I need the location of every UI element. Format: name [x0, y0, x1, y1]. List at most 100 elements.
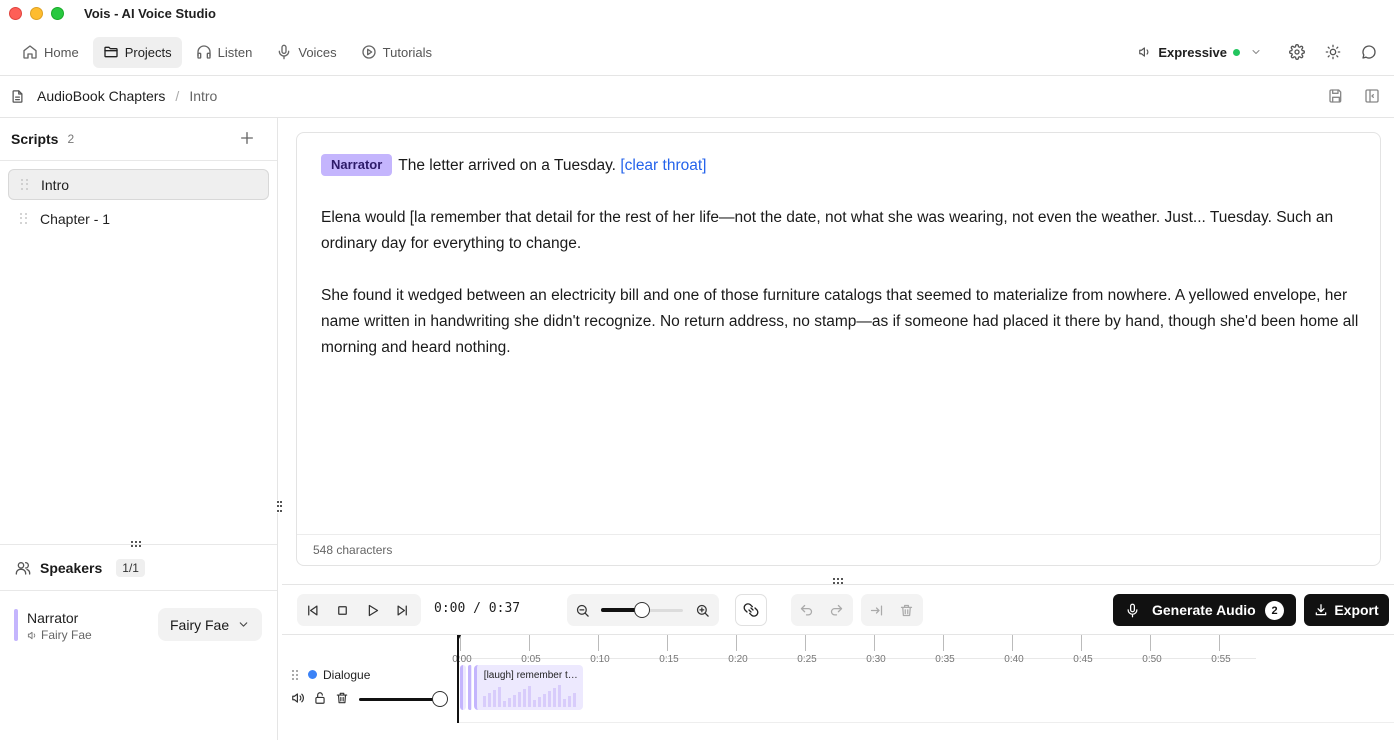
script-item-chapter-1[interactable]: Chapter - 1 — [8, 203, 269, 234]
play-icon — [368, 604, 378, 616]
playback-controls — [297, 594, 421, 626]
script-editor[interactable]: Narrator The letter arrived on a Tuesday.… — [296, 132, 1381, 566]
save-icon[interactable] — [1328, 88, 1344, 104]
audio-cue[interactable]: [clear throat] — [620, 157, 706, 174]
theme-toggle-button[interactable] — [1322, 41, 1344, 63]
add-script-icon[interactable] — [239, 130, 255, 146]
tab-listen-label: Listen — [217, 44, 253, 60]
export-button[interactable]: Export — [1304, 594, 1389, 626]
ruler-tick — [1081, 635, 1082, 651]
playhead[interactable] — [457, 635, 459, 723]
tab-listen[interactable]: Listen — [186, 37, 263, 68]
speaker-voice-label: Fairy Fae — [41, 628, 92, 642]
top-nav: Home Projects Listen Voices Tutorials Ex… — [0, 34, 1394, 70]
stop-button[interactable] — [327, 595, 357, 625]
ruler-tick — [529, 635, 530, 651]
magnet-icon — [743, 603, 759, 617]
window-controls — [9, 6, 64, 20]
zoom-slider[interactable] — [601, 600, 683, 620]
speakers-header: Speakers 1/1 — [0, 544, 277, 591]
edit-controls-clip — [861, 594, 923, 626]
track-volume-knob[interactable] — [432, 691, 448, 707]
track-drag-handle-icon[interactable] — [292, 670, 298, 680]
drag-handle-icon[interactable] — [20, 212, 28, 225]
zoom-controls — [567, 594, 719, 626]
stop-icon — [337, 605, 347, 615]
speaker-icon — [1139, 47, 1149, 57]
zoom-slider-knob[interactable] — [634, 602, 650, 618]
volume-icon[interactable] — [291, 691, 305, 705]
document-icon — [12, 89, 23, 103]
close-window-button[interactable] — [9, 6, 22, 20]
scripts-title: Scripts — [11, 131, 59, 147]
editor-paragraph-2: Elena would [la remember that detail for… — [321, 209, 1334, 252]
zoom-out-button[interactable] — [567, 595, 597, 625]
home-icon — [23, 45, 37, 59]
breadcrumb-current: Intro — [189, 88, 218, 104]
title-bar: Vois - AI Voice Studio — [0, 0, 1394, 26]
script-list: Intro Chapter - 1 — [0, 161, 277, 245]
sidebar-resize-handle[interactable] — [131, 541, 145, 547]
play-circle-icon — [362, 45, 376, 59]
audio-clip[interactable]: [laugh] remember that detail for the res… — [473, 665, 583, 710]
zoom-in-icon — [696, 604, 709, 617]
zoom-out-icon — [576, 604, 589, 617]
ruler-tick — [598, 635, 599, 651]
headphones-icon — [196, 45, 211, 59]
time-ruler[interactable]: 0:00 0:05 0:10 0:15 0:20 0:25 0:30 0:35 0:40 0:45… — [452, 635, 1256, 665]
redo-button[interactable] — [821, 595, 851, 625]
sun-icon — [1325, 44, 1341, 60]
snap-toggle-button[interactable] — [735, 594, 767, 626]
ruler-tick — [736, 635, 737, 651]
speaker-tag[interactable]: Narrator — [321, 154, 393, 176]
ruler-tick — [667, 635, 668, 651]
chat-bubble-icon — [1362, 45, 1376, 59]
track-lane[interactable]: T...[... [laugh] remember that detail for… — [458, 660, 1394, 723]
nav-actions: Expressive — [1138, 34, 1380, 70]
drag-handle-icon[interactable] — [21, 178, 29, 191]
chat-button[interactable] — [1358, 41, 1380, 63]
editor-content[interactable]: Narrator The letter arrived on a Tuesday.… — [321, 153, 1361, 387]
audio-clip[interactable]: [... — [467, 665, 473, 710]
minimize-window-button[interactable] — [30, 6, 43, 20]
voice-select[interactable]: Fairy Fae — [158, 608, 262, 641]
zoom-window-button[interactable] — [51, 6, 64, 20]
delete-clip-button[interactable] — [891, 595, 921, 625]
tab-home[interactable]: Home — [12, 37, 89, 68]
tab-voices[interactable]: Voices — [266, 37, 346, 68]
settings-button[interactable] — [1286, 41, 1308, 63]
scripts-header: Scripts 2 — [0, 118, 277, 161]
panel-toggle-icon[interactable] — [1364, 88, 1380, 104]
script-item-intro[interactable]: Intro — [8, 169, 269, 200]
generate-audio-button[interactable]: Generate Audio 2 — [1113, 594, 1296, 626]
ruler-tick — [943, 635, 944, 651]
track-name: Dialogue — [323, 668, 371, 682]
panel-resize-handle[interactable] — [276, 500, 282, 513]
time-display: 0:00 / 0:37 — [434, 601, 521, 616]
lock-icon[interactable] — [313, 691, 327, 705]
track-color-dot — [308, 670, 317, 679]
undo-button[interactable] — [791, 595, 821, 625]
jump-to-end-button[interactable] — [861, 595, 891, 625]
ruler-tick — [1219, 635, 1220, 651]
skip-forward-button[interactable] — [387, 595, 417, 625]
audio-clip[interactable]: T... — [460, 665, 467, 710]
playhead-handle[interactable] — [457, 635, 465, 643]
breadcrumb-separator: / — [175, 88, 180, 104]
skip-forward-icon — [397, 605, 407, 615]
users-icon — [15, 561, 31, 575]
speakers-title: Speakers — [40, 559, 103, 576]
breadcrumb-project[interactable]: AudioBook Chapters — [37, 88, 165, 104]
app-title: Vois - AI Voice Studio — [84, 5, 216, 21]
trash-icon[interactable] — [335, 691, 349, 705]
skip-back-button[interactable] — [297, 595, 327, 625]
trash-icon — [900, 604, 912, 616]
character-count: 548 characters — [297, 534, 1380, 565]
zoom-in-button[interactable] — [687, 595, 717, 625]
tab-projects[interactable]: Projects — [92, 36, 182, 68]
speakers-count: 1/1 — [116, 558, 145, 577]
mode-selector[interactable]: Expressive — [1138, 45, 1262, 60]
tab-tutorials[interactable]: Tutorials — [351, 37, 442, 68]
skip-back-icon — [307, 605, 317, 615]
play-button[interactable] — [357, 595, 387, 625]
